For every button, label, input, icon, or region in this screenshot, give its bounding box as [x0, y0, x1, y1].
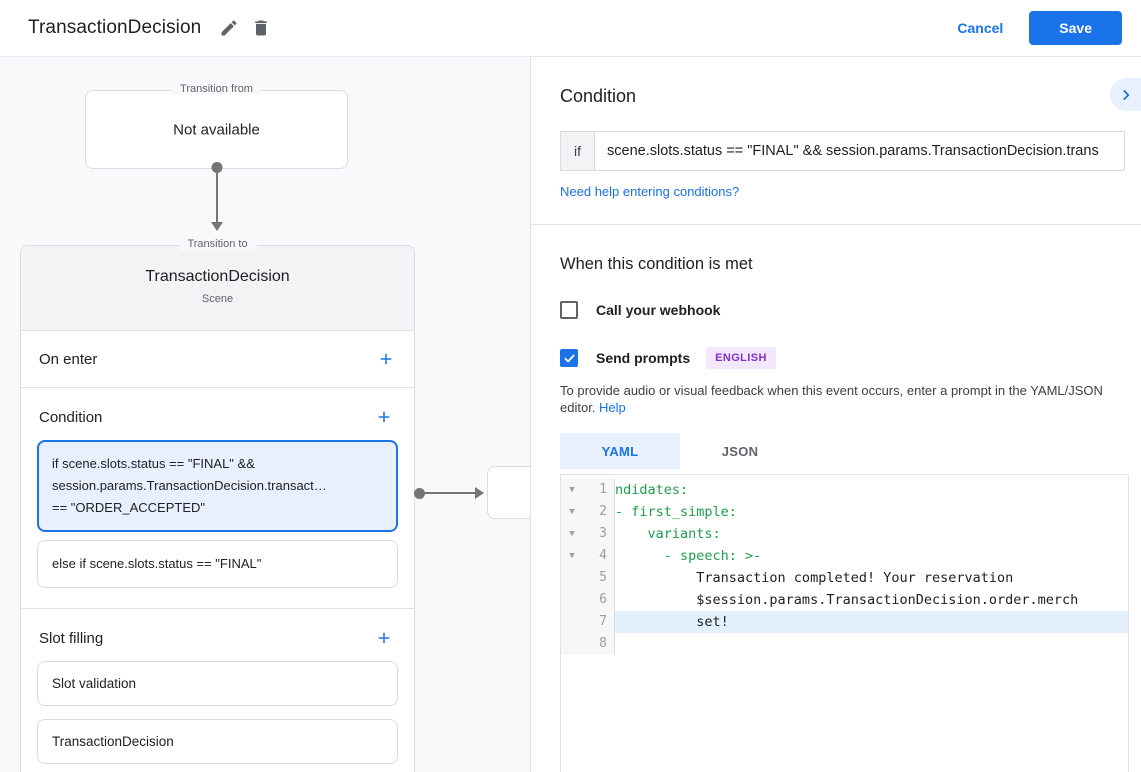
line-number: 2	[599, 504, 607, 519]
condition-section: Condition if scene.slots.status == "FINA…	[21, 388, 531, 609]
top-bar: TransactionDecision Cancel Save	[0, 0, 1141, 57]
editor-tabs: YAML JSON	[560, 433, 1125, 469]
connector-line	[419, 492, 477, 494]
chevron-down-icon[interactable]: ▼	[561, 479, 583, 501]
transition-to-legend: Transition to	[178, 238, 257, 250]
scene-name: TransactionDecision	[145, 268, 290, 285]
help-link[interactable]: Help	[599, 400, 626, 415]
scene-card-header: TransactionDecision Scene	[21, 246, 414, 331]
save-button[interactable]: Save	[1029, 11, 1122, 45]
code-line: 6 $session.params.TransactionDecision.or…	[561, 589, 1128, 611]
prompt-description: To provide audio or visual feedback when…	[560, 382, 1125, 416]
code-line: 5 Transaction completed! Your reservatio…	[561, 567, 1128, 589]
chevron-right-icon	[1119, 88, 1133, 102]
scene-type-label: Scene	[201, 293, 234, 305]
webhook-label: Call your webhook	[596, 302, 721, 318]
edit-scene-button[interactable]	[213, 12, 245, 44]
connector-line	[215, 168, 218, 224]
code-text: - speech: >-	[615, 548, 762, 564]
collapse-panel-button[interactable]	[1110, 78, 1141, 111]
condition-card[interactable]: else if scene.slots.status == "FINAL"	[37, 540, 398, 588]
slot-filling-label: Slot filling	[39, 629, 104, 647]
code-line: ▼ 4 - speech: >-	[561, 545, 1128, 567]
code-line: ▼ 1 ndidates:	[561, 479, 1128, 501]
add-on-enter-button[interactable]	[372, 345, 400, 373]
tab-yaml[interactable]: YAML	[560, 433, 680, 469]
transition-to-card: Transition to TransactionDecision Scene …	[20, 238, 531, 772]
arrow-right-icon	[475, 487, 484, 499]
pencil-icon	[219, 18, 239, 38]
plus-icon	[377, 350, 395, 368]
webhook-checkbox[interactable]	[560, 301, 578, 319]
send-prompts-option-row: Send prompts ENGLISH	[560, 347, 1125, 369]
send-prompts-checkbox[interactable]	[560, 349, 578, 367]
cancel-button[interactable]: Cancel	[945, 12, 1015, 44]
plus-icon	[375, 629, 393, 647]
condition-detail-panel: Condition if Need help entering conditio…	[531, 57, 1141, 772]
language-badge: ENGLISH	[706, 347, 776, 369]
yaml-code-editor[interactable]: ▼ 1 ndidates: ▼ 2 - first_simple: ▼ 3 varia…	[560, 474, 1129, 772]
slot-card-validation[interactable]: Slot validation	[37, 661, 398, 706]
scene-flow-panel: Transition from Not available Transition…	[0, 57, 531, 772]
checkmark-icon	[563, 352, 576, 365]
transition-from-legend: Transition from	[171, 83, 262, 95]
send-prompts-label: Send prompts	[596, 350, 691, 366]
transition-from-box: Transition from Not available	[85, 83, 348, 231]
arrow-down-icon	[210, 222, 223, 231]
line-number: 6	[599, 592, 607, 607]
chevron-down-icon[interactable]: ▼	[561, 501, 583, 523]
line-number: 5	[599, 570, 607, 585]
on-enter-section: On enter	[21, 331, 414, 388]
condition-section-label: Condition	[39, 408, 103, 426]
plus-icon	[375, 408, 393, 426]
transition-target-box	[487, 466, 531, 519]
transition-from-value: Not available	[173, 121, 260, 138]
slot-filling-section: Slot filling Slot validation Transaction…	[21, 609, 414, 772]
code-text: set!	[615, 611, 1128, 633]
code-line: 8	[561, 633, 1128, 655]
webhook-option-row: Call your webhook	[560, 301, 1125, 319]
condition-card-selected[interactable]: if scene.slots.status == "FINAL" && sess…	[37, 440, 398, 532]
add-slot-button[interactable]	[370, 624, 398, 652]
tab-json[interactable]: JSON	[680, 433, 800, 469]
slot-card-transaction-decision[interactable]: TransactionDecision	[37, 719, 398, 764]
page-title: TransactionDecision	[28, 17, 202, 38]
panel-title: Condition	[560, 86, 637, 106]
prompt-description-text: To provide audio or visual feedback when…	[560, 383, 1103, 415]
code-line: ▼ 2 - first_simple:	[561, 501, 1128, 523]
line-number: 7	[599, 614, 607, 629]
condition-expression-row: if	[560, 131, 1125, 171]
line-number: 3	[599, 526, 607, 541]
code-text: - first_simple:	[615, 504, 737, 520]
delete-scene-button[interactable]	[245, 12, 277, 44]
code-text: Transaction completed! Your reservation	[615, 570, 1014, 586]
condition-met-title: When this condition is met	[560, 255, 753, 273]
code-text: $session.params.TransactionDecision.orde…	[615, 592, 1079, 608]
on-enter-label: On enter	[39, 350, 98, 368]
line-number: 1	[599, 482, 607, 497]
condition-expression-input[interactable]	[594, 131, 1125, 171]
trash-icon	[251, 18, 271, 38]
line-number: 4	[599, 548, 607, 563]
code-line-active: 7 set!	[561, 611, 1128, 633]
condition-help-link[interactable]: Need help entering conditions?	[560, 184, 739, 199]
chevron-down-icon[interactable]: ▼	[561, 523, 583, 545]
code-text: variants:	[615, 526, 721, 542]
add-condition-button[interactable]	[370, 403, 398, 431]
if-prefix-label: if	[560, 131, 594, 171]
chevron-down-icon[interactable]: ▼	[561, 545, 583, 567]
section-divider	[531, 224, 1141, 225]
code-text: ndidates:	[615, 482, 689, 498]
code-line: ▼ 3 variants:	[561, 523, 1128, 545]
line-number: 8	[599, 636, 607, 651]
